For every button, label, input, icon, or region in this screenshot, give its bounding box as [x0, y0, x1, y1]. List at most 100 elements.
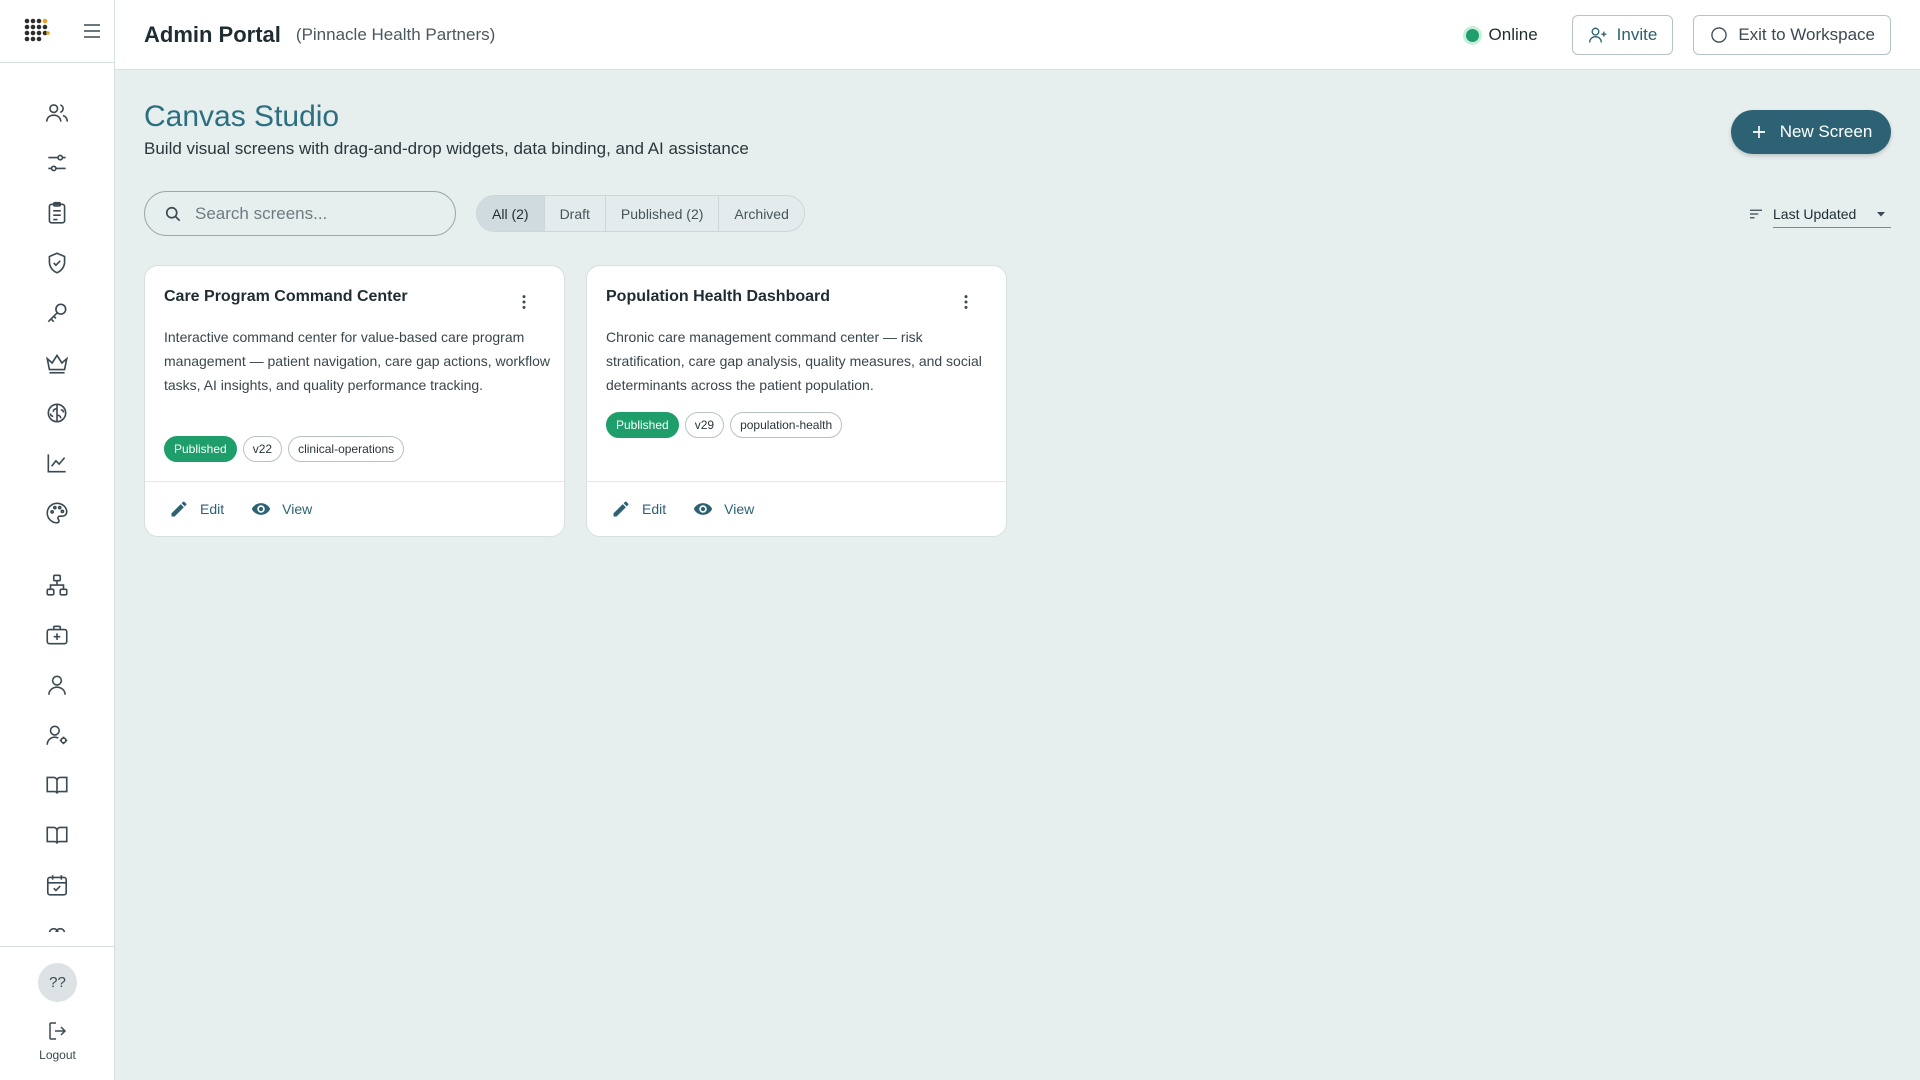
- eye-icon: [251, 503, 271, 515]
- sort-select[interactable]: Last Updated: [1773, 200, 1891, 228]
- status-dot-icon: [1465, 28, 1479, 42]
- user-plus-icon: [1588, 27, 1607, 43]
- calendar-check-icon: [46, 875, 68, 896]
- filter-draft[interactable]: Draft: [545, 196, 606, 231]
- sidebar-item-calendar[interactable]: [42, 870, 72, 900]
- screen-card[interactable]: Population Health Dashboard Chronic care…: [586, 265, 1007, 537]
- view-button[interactable]: View: [251, 499, 312, 519]
- card-actions: Edit View: [145, 481, 564, 536]
- exit-workspace-button[interactable]: Exit to Workspace: [1693, 15, 1891, 55]
- chevron-down-icon: [1877, 211, 1885, 216]
- card-title: Population Health Dashboard: [606, 288, 831, 305]
- medical-kit-icon: [46, 625, 68, 645]
- status-filter-group: All (2) Draft Published (2) Archived: [476, 195, 805, 232]
- new-screen-button[interactable]: New Screen: [1731, 110, 1891, 154]
- search-input[interactable]: [195, 203, 435, 224]
- status-badge: Published: [164, 436, 237, 462]
- sort-icon: [1750, 209, 1762, 219]
- edit-button[interactable]: Edit: [169, 499, 224, 519]
- online-status: Online: [1465, 25, 1538, 45]
- new-screen-label: New Screen: [1779, 122, 1873, 141]
- search-icon: [165, 206, 181, 221]
- pencil-icon: [613, 501, 629, 517]
- sidebar-header: [0, 0, 114, 63]
- status-label: Online: [1488, 25, 1538, 44]
- sidebar-item-docs[interactable]: [42, 820, 72, 850]
- sidebar-item-tasks[interactable]: [42, 198, 72, 228]
- more-vertical-icon: [964, 295, 968, 309]
- sidebar-item-security[interactable]: [42, 248, 72, 278]
- view-label: View: [282, 501, 313, 517]
- menu-icon[interactable]: [80, 19, 104, 43]
- filter-all[interactable]: All (2): [477, 196, 545, 231]
- view-label: View: [724, 501, 755, 517]
- eye-icon: [693, 503, 713, 515]
- edit-button[interactable]: Edit: [611, 499, 666, 519]
- exit-label: Exit to Workspace: [1738, 25, 1875, 44]
- palette-icon: [46, 502, 68, 524]
- sidebar-item-org-structure[interactable]: [42, 570, 72, 600]
- invite-button[interactable]: Invite: [1571, 15, 1674, 55]
- logout-button[interactable]: Logout: [20, 1019, 95, 1062]
- sidebar-item-users[interactable]: [42, 98, 72, 128]
- page-title: Canvas Studio: [144, 100, 340, 133]
- users-icon: [45, 104, 69, 122]
- sidebar: ?? Logout: [0, 0, 115, 1080]
- card-tags: Published v29 population-health: [606, 412, 843, 438]
- clipboard-icon: [48, 201, 66, 224]
- card-menu-button[interactable]: [512, 290, 536, 314]
- sidebar-footer: ?? Logout: [0, 946, 115, 1080]
- page-subtitle: Build visual screens with drag-and-drop …: [144, 139, 749, 158]
- search-box: [144, 191, 456, 236]
- header-actions: Online Invite Exit to Workspace: [1465, 15, 1891, 55]
- card-description: Chronic care management command center —…: [606, 329, 982, 393]
- book-icon: [46, 826, 68, 844]
- sidebar-item-ai[interactable]: [42, 398, 72, 428]
- sidebar-item-library[interactable]: [42, 770, 72, 800]
- logout-label: Logout: [39, 1048, 76, 1062]
- key-icon: [47, 303, 67, 323]
- card-title: Care Program Command Center: [164, 288, 408, 305]
- logout-icon: [48, 1022, 66, 1040]
- view-button[interactable]: View: [693, 499, 754, 519]
- app-title: Admin Portal: [144, 21, 281, 47]
- sort-dropdown[interactable]: Last Updated: [1747, 200, 1891, 228]
- version-badge: v29: [684, 412, 725, 438]
- hierarchy-icon: [46, 574, 68, 596]
- sidebar-item-more[interactable]: [42, 920, 72, 932]
- filter-archived[interactable]: Archived: [719, 196, 803, 231]
- chart-line-icon: [47, 454, 66, 473]
- org-name: (Pinnacle Health Partners): [295, 24, 496, 44]
- screen-card-list: Care Program Command Center Interactive …: [144, 265, 1007, 537]
- screen-card[interactable]: Care Program Command Center Interactive …: [144, 265, 565, 537]
- sort-label: Last Updated: [1773, 205, 1857, 222]
- user-settings-icon: [46, 725, 68, 745]
- edit-label: Edit: [642, 501, 667, 517]
- sidebar-item-premium[interactable]: [42, 348, 72, 378]
- logo-icon: [24, 18, 50, 42]
- invite-label: Invite: [1616, 25, 1658, 44]
- filter-published[interactable]: Published (2): [606, 196, 720, 231]
- brain-icon: [47, 403, 67, 423]
- sidebar-item-user-admin[interactable]: [42, 720, 72, 750]
- card-tags: Published v22 clinical-operations: [164, 436, 405, 462]
- plus-icon: [1752, 126, 1765, 138]
- category-badge: population-health: [730, 412, 843, 438]
- avatar[interactable]: ??: [38, 963, 77, 1002]
- sidebar-item-care[interactable]: [42, 620, 72, 650]
- category-badge: clinical-operations: [288, 436, 405, 462]
- crown-icon: [45, 353, 69, 374]
- sidebar-item-theme[interactable]: [42, 498, 72, 528]
- user-icon: [48, 675, 66, 695]
- card-menu-button[interactable]: [954, 290, 978, 314]
- status-badge: Published: [606, 412, 679, 438]
- edit-label: Edit: [200, 501, 225, 517]
- circle-icon: [1711, 27, 1728, 43]
- sidebar-item-analytics[interactable]: [42, 448, 72, 478]
- version-badge: v22: [242, 436, 283, 462]
- card-actions: Edit View: [587, 481, 1006, 536]
- top-header: Admin Portal (Pinnacle Health Partners) …: [115, 0, 1920, 70]
- sidebar-item-settings[interactable]: [42, 148, 72, 178]
- sidebar-item-profile[interactable]: [42, 670, 72, 700]
- sidebar-item-keys[interactable]: [42, 298, 72, 328]
